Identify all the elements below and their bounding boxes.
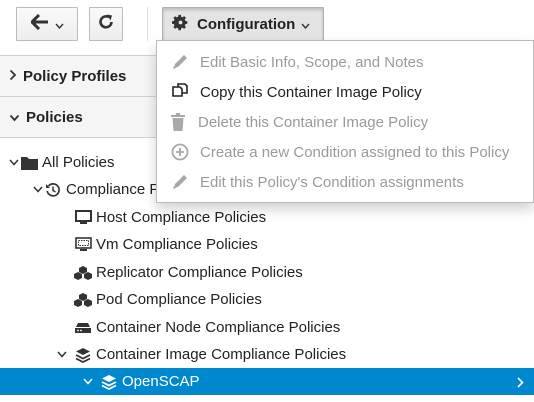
tree-node-label: All Policies — [42, 154, 115, 171]
arrow-left-icon — [29, 13, 49, 34]
cubes-icon — [74, 265, 92, 280]
menu-item-label: Delete this Container Image Policy — [198, 113, 429, 131]
cubes-icon — [74, 292, 92, 307]
monitor-icon — [74, 210, 92, 225]
pencil-icon — [169, 53, 191, 71]
pencil-icon — [169, 173, 191, 191]
refresh-icon — [97, 13, 115, 35]
chevron-down-icon[interactable] — [56, 351, 68, 358]
tree-node-container-node-compliance[interactable]: Container Node Compliance Policies — [0, 314, 534, 341]
configuration-label: Configuration — [197, 15, 296, 33]
menu-item-edit-condition-assignments[interactable]: Edit this Policy's Condition assignments — [157, 168, 533, 196]
refresh-button[interactable] — [89, 7, 123, 41]
configuration-menu: Edit Basic Info, Scope, and Notes Copy t… — [156, 40, 534, 203]
history-icon — [44, 182, 62, 198]
chevron-down-icon — [54, 16, 64, 33]
tree-node-label: Pod Compliance Policies — [96, 291, 262, 308]
chevron-down-icon — [301, 16, 310, 33]
tree-node-vm-compliance[interactable]: Vm Compliance Policies — [0, 231, 534, 258]
menu-item-label: Edit Basic Info, Scope, and Notes — [200, 53, 424, 71]
chevron-down-icon — [9, 109, 20, 126]
tree-node-host-compliance[interactable]: Host Compliance Policies — [0, 204, 534, 231]
server-icon — [74, 322, 92, 334]
toolbar-separator — [147, 7, 148, 41]
tree-node-replicator-compliance[interactable]: Replicator Compliance Policies — [0, 259, 534, 286]
tree-node-label: Container Node Compliance Policies — [96, 319, 341, 336]
tree-node-label: Container Image Compliance Policies — [96, 346, 347, 363]
tree-node-label: Vm Compliance Policies — [96, 236, 258, 253]
tree-node-container-image-compliance[interactable]: Container Image Compliance Policies — [0, 341, 534, 368]
tree-node-openscap[interactable]: OpenSCAP — [0, 368, 534, 395]
chevron-down-icon[interactable] — [82, 378, 94, 385]
back-button[interactable] — [16, 7, 78, 41]
tree-node-label: Host Compliance Policies — [96, 209, 267, 226]
tree-node-pod-compliance[interactable]: Pod Compliance Policies — [0, 286, 534, 313]
menu-item-label: Create a new Condition assigned to this … — [200, 143, 510, 161]
menu-item-edit-basic-info[interactable]: Edit Basic Info, Scope, and Notes — [157, 48, 533, 76]
gear-icon — [172, 14, 189, 35]
trash-icon — [167, 113, 189, 131]
menu-item-create-condition[interactable]: Create a new Condition assigned to this … — [157, 138, 533, 166]
layers-icon — [74, 347, 92, 363]
accordion-title: Policy Profiles — [23, 67, 127, 85]
chevron-down-icon[interactable] — [32, 186, 44, 193]
accordion-title: Policies — [26, 108, 83, 126]
configuration-button[interactable]: Configuration — [162, 7, 324, 41]
menu-item-delete-policy[interactable]: Delete this Container Image Policy — [157, 108, 533, 136]
chevron-down-icon[interactable] — [8, 159, 20, 166]
copy-icon — [169, 83, 191, 101]
chevron-right-icon — [517, 375, 524, 392]
tree-node-label: OpenSCAP — [122, 373, 200, 390]
menu-item-copy-policy[interactable]: Copy this Container Image Policy — [157, 78, 533, 106]
chevron-right-icon — [9, 68, 17, 85]
menu-item-label: Edit this Policy's Condition assignments — [200, 173, 464, 191]
folder-icon — [20, 156, 38, 170]
tree-node-label: Replicator Compliance Policies — [96, 264, 303, 281]
plus-circle-icon — [169, 143, 191, 161]
layers-icon — [100, 374, 118, 390]
vm-icon — [74, 237, 92, 252]
menu-item-label: Copy this Container Image Policy — [200, 83, 422, 101]
